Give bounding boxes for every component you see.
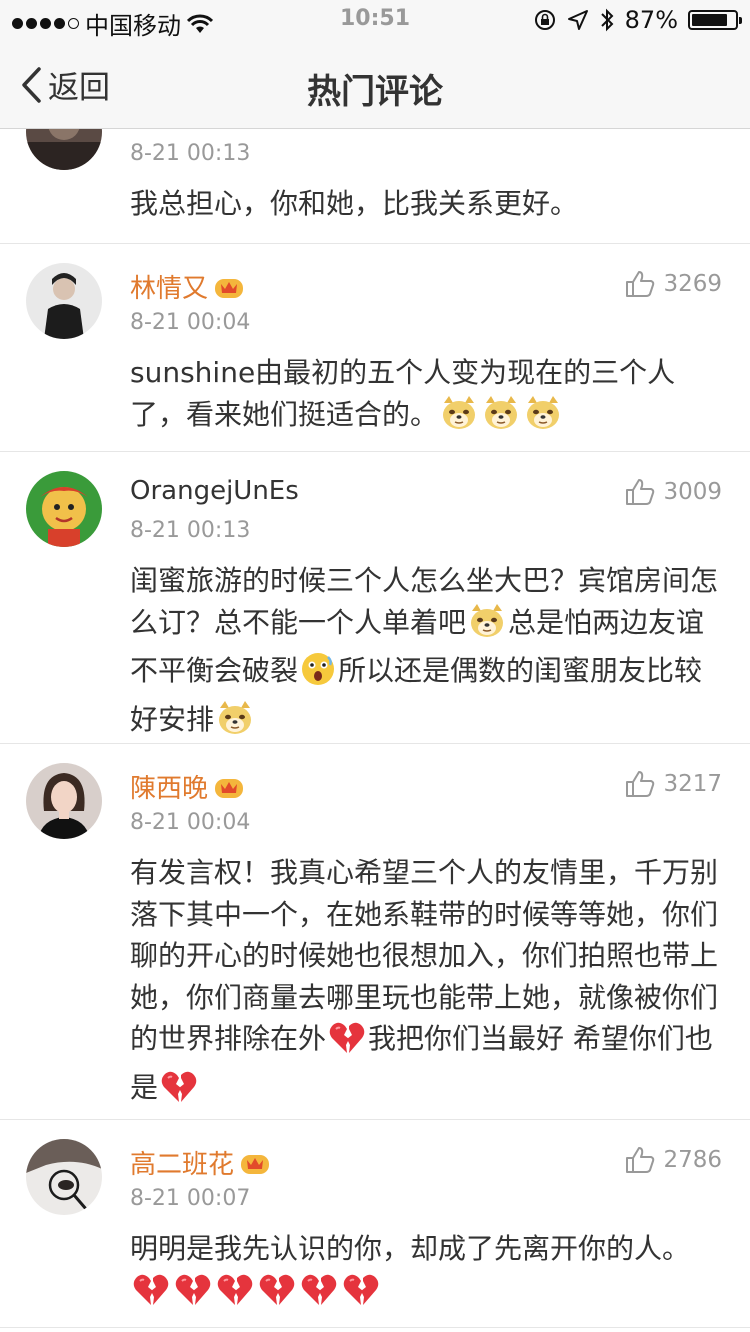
broken-heart-emoji-icon xyxy=(258,1273,296,1319)
comment-time: 8-21 00:07 xyxy=(130,1186,251,1211)
comment-text-line: sunshine由最初的五个人变为现在的三个人 xyxy=(130,356,676,389)
comment-text-part: 明明是我先认识的你，却成了先离开你的人。 xyxy=(130,1232,691,1265)
comment-item: 陳西晚 3217 8-21 00:04 有发言权！我真心希望三个人的友情里，千万… xyxy=(0,744,750,1120)
thumbs-up-icon xyxy=(626,479,655,505)
broken-heart-emoji-icon xyxy=(342,1273,380,1319)
comment-item: 高二班花 2786 8-21 00:07 明明是我先认识的你，却成了先离开你的人… xyxy=(0,1120,750,1328)
user-name-label: OrangejUnEs xyxy=(130,476,299,506)
comment-item: 林情又 3269 8-21 00:04 sunshine由最初的五个人变为现在的… xyxy=(0,244,750,452)
comment-text: 我总担心，你和她，比我关系更好。 xyxy=(130,187,579,220)
comment-text: 有发言权！我真心希望三个人的友情里，千万别落下其中一个，在她系鞋带的时候等等她，… xyxy=(130,852,720,1115)
thumbs-up-icon xyxy=(626,271,655,297)
comment-list[interactable]: 8-21 00:13 我总担心，你和她，比我关系更好。 林情又 3269 8-2… xyxy=(0,129,750,1332)
comment-text: 明明是我先认识的你，却成了先离开你的人。 xyxy=(130,1228,720,1318)
battery-percent: 87% xyxy=(624,6,678,34)
doge-emoji-icon xyxy=(524,395,562,443)
like-button[interactable]: 3009 xyxy=(625,478,722,506)
bluetooth-icon xyxy=(600,8,614,32)
user-name[interactable]: 高二班花 xyxy=(130,1144,270,1181)
crown-badge-icon xyxy=(215,778,244,798)
avatar[interactable] xyxy=(26,471,102,547)
like-count: 2786 xyxy=(663,1147,722,1173)
comment-item: OrangejUnEs 3009 8-21 00:13 闺蜜旅游的时候三个人怎么… xyxy=(0,452,750,744)
like-button[interactable]: 3269 xyxy=(625,270,722,298)
avatar[interactable] xyxy=(26,763,102,839)
broken-heart-emoji-icon xyxy=(160,1070,198,1116)
avatar[interactable] xyxy=(26,129,102,170)
crown-badge-icon xyxy=(241,1154,270,1174)
thumbs-up-icon xyxy=(626,771,655,797)
user-name[interactable]: 林情又 xyxy=(130,268,244,305)
doge-emoji-icon xyxy=(468,603,506,651)
avatar[interactable] xyxy=(26,1139,102,1215)
broken-heart-emoji-icon xyxy=(216,1273,254,1319)
broken-heart-emoji-icon xyxy=(132,1273,170,1319)
comment-text: sunshine由最初的五个人变为现在的三个人 了，看来她们挺适合的。 xyxy=(130,352,720,442)
status-bar: 中国移动 10:51 87% xyxy=(0,0,750,40)
rotation-lock-icon xyxy=(534,10,555,30)
user-name[interactable]: 陳西晚 xyxy=(130,768,244,805)
avatar[interactable] xyxy=(26,263,102,339)
status-right: 87% xyxy=(533,6,742,34)
shocked-emoji-icon xyxy=(300,651,336,699)
broken-heart-emoji-icon xyxy=(300,1273,338,1319)
like-count: 3009 xyxy=(663,479,722,505)
like-button[interactable]: 2786 xyxy=(625,1146,722,1174)
user-name[interactable]: OrangejUnEs xyxy=(130,476,299,506)
comment-time: 8-21 00:13 xyxy=(130,141,251,166)
comment-text-part: 了，看来她们挺适合的。 xyxy=(130,397,439,431)
doge-emoji-icon xyxy=(216,700,254,748)
comment-text-line: 了，看来她们挺适合的。 xyxy=(130,394,720,443)
like-button[interactable]: 3217 xyxy=(625,770,722,798)
broken-heart-emoji-icon xyxy=(174,1273,212,1319)
thumbs-up-icon xyxy=(626,1147,655,1173)
battery-icon xyxy=(688,10,742,30)
navigation-bar: 返回 热门评论 xyxy=(0,40,750,129)
comment-time: 8-21 00:13 xyxy=(130,518,251,543)
doge-emoji-icon xyxy=(482,395,520,443)
comment-item: 8-21 00:13 我总担心，你和她，比我关系更好。 xyxy=(0,129,750,244)
location-icon xyxy=(567,10,588,30)
page-title: 热门评论 xyxy=(307,72,443,112)
user-name-label: 陳西晚 xyxy=(130,774,209,804)
user-name-label: 林情又 xyxy=(130,274,209,304)
user-name-label: 高二班花 xyxy=(130,1150,235,1180)
like-count: 3217 xyxy=(663,771,722,797)
crown-badge-icon xyxy=(215,278,244,298)
doge-emoji-icon xyxy=(440,395,478,443)
comment-time: 8-21 00:04 xyxy=(130,310,251,335)
broken-heart-emoji-icon xyxy=(328,1021,366,1067)
comment-time: 8-21 00:04 xyxy=(130,810,251,835)
like-count: 3269 xyxy=(663,271,722,297)
comment-text: 闺蜜旅游的时候三个人怎么坐大巴？宾馆房间怎么订？总不能一个人单着吧 总是怕两边友谊… xyxy=(130,560,720,747)
